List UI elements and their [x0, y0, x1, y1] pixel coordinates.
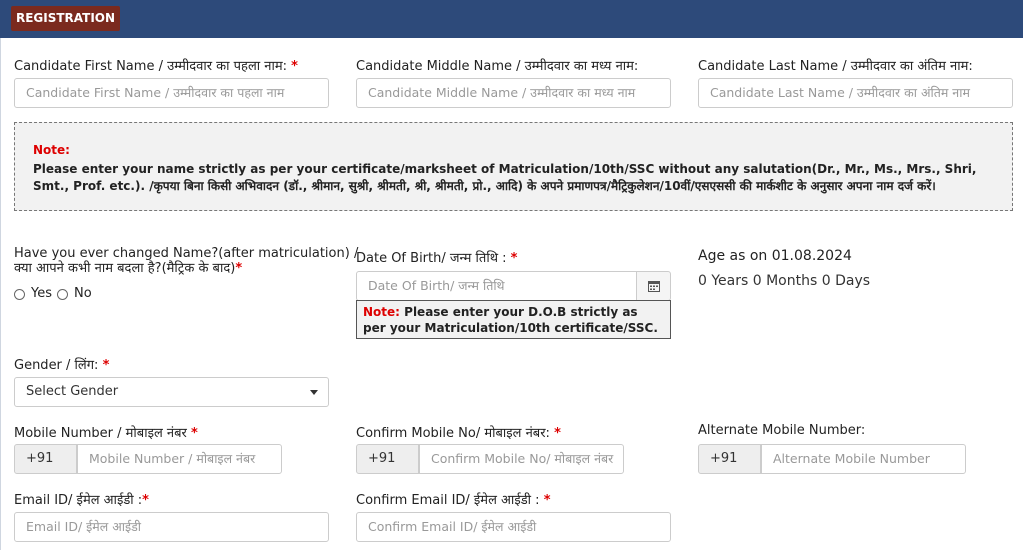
- first-name-label: Candidate First Name / उम्मीदवार का पहला…: [14, 59, 298, 74]
- name-change-label: Have you ever changed Name?(after matric…: [14, 246, 359, 276]
- gender-label: Gender / लिंग: *: [14, 358, 110, 373]
- note-title: Note:: [33, 143, 70, 157]
- name-change-yes-label: Yes: [31, 286, 52, 301]
- registration-tab[interactable]: REGISTRATION: [11, 6, 120, 31]
- dob-label: Date Of Birth/ जन्म तिथि : *: [356, 251, 518, 266]
- confirm-email-input[interactable]: Confirm Email ID/ ईमेल आईडी: [356, 512, 671, 542]
- alternate-mobile-label: Alternate Mobile Number:: [698, 423, 866, 438]
- confirm-email-label: Confirm Email ID/ ईमेल आईडी : *: [356, 493, 551, 508]
- dob-note: Note: Please enter your D.O.B strictly a…: [356, 300, 671, 339]
- mobile-country-code: +91: [14, 444, 77, 474]
- dob-input[interactable]: Date Of Birth/ जन्म तिथि: [356, 271, 637, 301]
- note-text: Please enter your name strictly as per y…: [33, 162, 977, 193]
- age-value: 0 Years 0 Months 0 Days: [698, 273, 871, 289]
- alternate-mobile-country-code: +91: [698, 444, 761, 474]
- form-border: [0, 38, 1, 550]
- email-input[interactable]: Email ID/ ईमेल आईडी: [14, 512, 329, 542]
- name-change-no-label: No: [74, 286, 92, 301]
- mobile-label: Mobile Number / मोबाइल नंबर *: [14, 426, 198, 441]
- alternate-mobile-input[interactable]: Alternate Mobile Number: [761, 444, 966, 474]
- age-title: Age as on 01.08.2024: [698, 248, 852, 264]
- last-name-input[interactable]: Candidate Last Name / उम्मीदवार का अंतिम…: [698, 78, 1013, 108]
- name-change-yes-radio[interactable]: [14, 289, 25, 300]
- middle-name-input[interactable]: Candidate Middle Name / उम्मीदवार का मध्…: [356, 78, 671, 108]
- confirm-mobile-input[interactable]: Confirm Mobile No/ मोबाइल नंबर: [419, 444, 624, 474]
- name-change-no-radio[interactable]: [57, 289, 68, 300]
- last-name-label: Candidate Last Name / उम्मीदवार का अंतिम…: [698, 59, 973, 74]
- confirm-mobile-label: Confirm Mobile No/ मोबाइल नंबर: *: [356, 426, 561, 441]
- email-label: Email ID/ ईमेल आईडी :*: [14, 493, 149, 508]
- name-note-box: Note: Please enter your name strictly as…: [14, 122, 1013, 211]
- first-name-input[interactable]: Candidate First Name / उम्मीदवार का पहला…: [14, 78, 329, 108]
- confirm-mobile-country-code: +91: [356, 444, 419, 474]
- mobile-input[interactable]: Mobile Number / मोबाइल नंबर: [77, 444, 282, 474]
- calendar-icon: [647, 281, 660, 292]
- header-bar: REGISTRATION: [0, 0, 1023, 38]
- gender-select[interactable]: Select Gender: [14, 377, 329, 407]
- chevron-down-icon: [310, 390, 318, 395]
- calendar-button[interactable]: [636, 271, 671, 301]
- middle-name-label: Candidate Middle Name / उम्मीदवार का मध्…: [356, 59, 639, 74]
